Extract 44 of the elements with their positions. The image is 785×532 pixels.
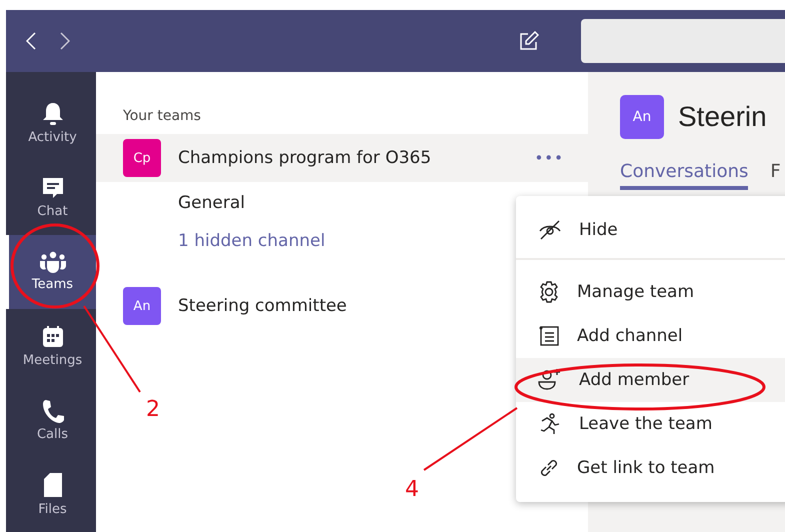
team-row[interactable]: Cp Champions program for O365 •••: [96, 134, 588, 182]
add-person-icon: [538, 369, 562, 391]
running-person-icon: [538, 413, 562, 435]
search-field[interactable]: [581, 19, 785, 63]
eye-slash-icon: [538, 219, 562, 241]
app-bar-item[interactable]: Teams: [6, 234, 96, 309]
menu-item[interactable]: Add channel: [516, 314, 785, 358]
menu-item[interactable]: Add member: [516, 358, 785, 402]
chat-icon: [40, 176, 64, 200]
menu-item[interactable]: Manage team: [516, 270, 785, 314]
calendar-icon: [40, 324, 64, 349]
annotation-number: 2: [146, 397, 160, 422]
chevron-left-icon: [26, 32, 36, 50]
app-bar-item[interactable]: Calls: [6, 383, 96, 458]
app-bar-item[interactable]: Meetings: [6, 308, 96, 384]
app-bar-item[interactable]: Chat: [6, 160, 96, 235]
link-icon: [538, 457, 560, 479]
team-name: Champions program for O365: [178, 148, 432, 168]
compose-button[interactable]: [519, 31, 539, 51]
team-name: Steering committee: [178, 296, 348, 316]
people-icon: [38, 251, 66, 274]
app-bar-item[interactable]: Activity: [6, 86, 96, 160]
bell-icon: [42, 102, 64, 126]
team-avatar: An: [620, 95, 664, 139]
file-icon: [42, 472, 62, 498]
tab[interactable]: F: [770, 161, 781, 190]
menu-item[interactable]: Leave the team: [516, 402, 785, 446]
section-heading: Your teams: [122, 108, 202, 124]
more-options-button[interactable]: •••: [534, 149, 564, 167]
list-icon: [538, 325, 560, 347]
app-bar-item[interactable]: Files: [6, 458, 96, 532]
team-avatar: Cp: [123, 139, 161, 177]
phone-icon: [42, 398, 64, 423]
team-avatar: An: [123, 287, 161, 325]
compose-icon: [519, 31, 539, 51]
team-title: Steerin: [678, 101, 767, 133]
tab[interactable]: Conversations: [620, 161, 748, 190]
menu-item[interactable]: Hide: [516, 208, 785, 252]
gear-icon: [538, 281, 560, 303]
forward-button[interactable]: [60, 32, 70, 50]
annotation-number: 4: [405, 477, 419, 502]
back-button[interactable]: [26, 32, 36, 50]
chevron-right-icon: [60, 32, 70, 50]
menu-item[interactable]: Get link to team: [516, 446, 785, 490]
